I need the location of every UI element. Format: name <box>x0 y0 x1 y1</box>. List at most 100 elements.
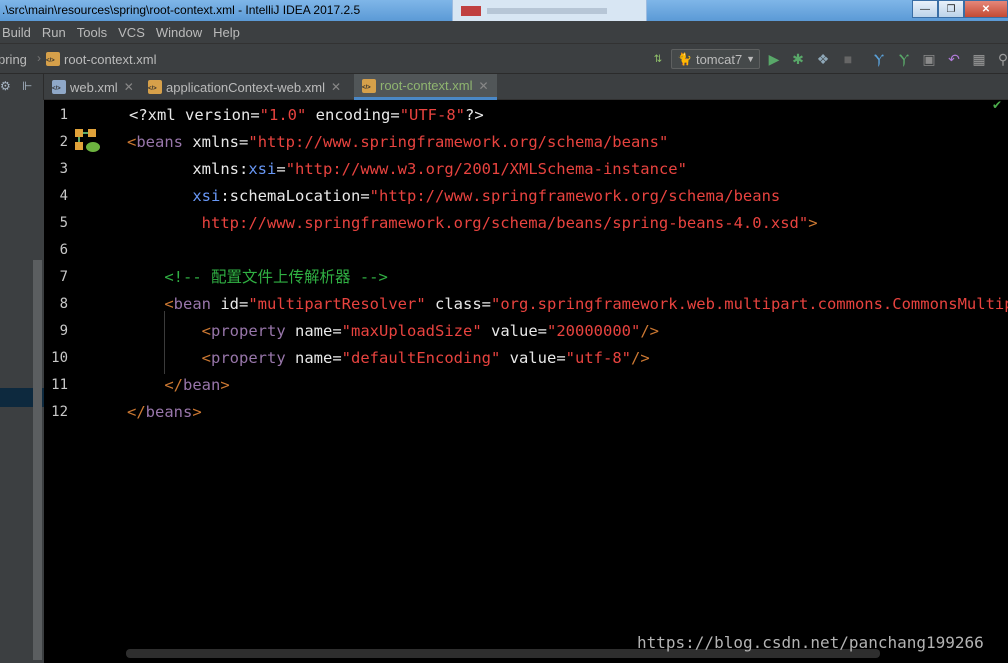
background-tab-favicon <box>461 6 481 16</box>
tag-name: beans <box>145 403 193 421</box>
code-line-8: <bean id="multipartResolver" class="org.… <box>127 291 1008 318</box>
tag-bracket: </ <box>127 403 146 421</box>
attr-value: "UTF-8" <box>399 106 466 124</box>
namespace-prefix: xsi <box>248 160 277 178</box>
tag-bracket: /> <box>640 322 659 340</box>
attr-value: "defaultEncoding" <box>341 349 501 367</box>
attr-value: "maxUploadSize" <box>341 322 482 340</box>
line-number: 9 <box>59 323 68 339</box>
inspection-ok-icon[interactable]: ✔ <box>992 98 1002 112</box>
code-line-2: <beans xmlns="http://www.springframework… <box>127 129 668 156</box>
minimize-button[interactable]: — <box>912 0 938 18</box>
menu-bar: Build Run Tools VCS Window Help <box>0 21 1008 44</box>
code-line-9: <property name="maxUploadSize" value="20… <box>127 318 659 345</box>
code-editor[interactable]: <?xml version="1.0" encoding="UTF-8"?> <… <box>109 100 1008 663</box>
code-line-3: xmlns:xsi="http://www.w3.org/2001/XMLSch… <box>127 156 687 183</box>
search-icon[interactable]: ⚲ <box>994 50 1008 68</box>
menu-vcs[interactable]: VCS <box>114 25 149 40</box>
run-icon[interactable]: ▶ <box>765 50 783 68</box>
menu-tools[interactable]: Tools <box>73 25 111 40</box>
build-project-icon[interactable]: ⇅ <box>649 50 667 68</box>
attr-value: "1.0" <box>259 106 307 124</box>
menu-build[interactable]: Build <box>0 25 35 40</box>
collapse-panel-icon[interactable]: ⊩ <box>22 79 32 93</box>
navigation-toolbar: pring › root-context.xml ⇅ 🐈 tomcat7 ▼ ▶… <box>0 44 1008 74</box>
vcs-update-icon[interactable]: Ⲩ <box>870 50 888 68</box>
close-tab-icon[interactable]: ✕ <box>331 80 341 94</box>
equals-sign: = <box>360 187 370 205</box>
chevron-down-icon: ▼ <box>746 54 755 64</box>
xml-file-icon <box>148 80 162 94</box>
line-number: 2 <box>59 134 68 150</box>
vcs-commit-icon[interactable]: Ⲩ <box>895 50 913 68</box>
attr-value: http://www.springframework.org/schema/be… <box>201 214 809 232</box>
gear-icon[interactable]: ⚙ <box>0 79 11 93</box>
run-configuration-select[interactable]: 🐈 tomcat7 ▼ <box>671 49 760 69</box>
maximize-button[interactable]: ❐ <box>938 0 964 18</box>
close-tab-icon[interactable]: ✕ <box>478 79 488 93</box>
tab-label: web.xml <box>70 79 118 95</box>
xml-file-icon <box>46 52 60 66</box>
tag-name: bean <box>173 295 211 313</box>
breadcrumb-project[interactable]: pring <box>0 52 27 67</box>
equals-sign: = <box>332 322 342 340</box>
tab-web-xml[interactable]: web.xml ✕ <box>44 74 140 100</box>
xml-decl-open: <? <box>129 106 148 124</box>
debug-icon[interactable]: ✱ <box>789 50 807 68</box>
line-number: 12 <box>51 404 68 420</box>
menu-run[interactable]: Run <box>38 25 70 40</box>
close-button[interactable]: ✕ <box>964 0 1008 18</box>
attr-value: "http://www.springframework.org/schema/b… <box>369 187 781 205</box>
line-number: 4 <box>59 188 68 204</box>
tag-name: bean <box>183 376 221 394</box>
equals-sign: = <box>276 160 286 178</box>
line-number: 11 <box>51 377 68 393</box>
equals-sign: = <box>537 322 547 340</box>
tag-bracket: < <box>201 322 211 340</box>
code-line-5: http://www.springframework.org/schema/be… <box>127 210 818 237</box>
attr-name: xmlns <box>192 160 239 178</box>
close-tab-icon[interactable]: ✕ <box>124 80 134 94</box>
tab-label: applicationContext-web.xml <box>166 79 325 95</box>
background-tab-title <box>487 8 607 14</box>
stop-icon[interactable]: ■ <box>839 50 857 68</box>
editor-tabs: web.xml ✕ applicationContext-web.xml ✕ r… <box>44 74 1008 100</box>
tag-bracket: > <box>192 403 202 421</box>
colon: : <box>239 160 249 178</box>
run-configuration-label: tomcat7 <box>695 51 743 67</box>
attr-value: "utf-8" <box>565 349 631 367</box>
tag-bracket: < <box>127 133 137 151</box>
coverage-icon[interactable]: ❖ <box>814 50 832 68</box>
breadcrumb-file-label: root-context.xml <box>64 52 157 67</box>
tag-bracket: > <box>808 214 818 232</box>
code-line-1: <?xml version="1.0" encoding="UTF-8"?> <box>129 102 484 129</box>
code-line-11: </bean> <box>127 372 229 399</box>
window-controls: — ❐ ✕ <box>912 0 1008 18</box>
vcs-history-icon[interactable]: ▣ <box>920 50 938 68</box>
xml-file-icon <box>362 78 376 93</box>
spring-bean-icon[interactable] <box>74 128 100 154</box>
tab-applicationcontext-web-xml[interactable]: applicationContext-web.xml ✕ <box>140 74 354 100</box>
project-panel-scrollbar[interactable] <box>33 260 42 660</box>
menu-window[interactable]: Window <box>152 25 206 40</box>
equals-sign: = <box>239 295 249 313</box>
revert-icon[interactable]: ↶ <box>945 50 963 68</box>
xml-decl-name: xml <box>147 106 176 124</box>
attr-name: name <box>285 349 333 367</box>
attr-name: :schemaLocation <box>220 187 361 205</box>
attr-value: "http://www.w3.org/2001/XMLSchema-instan… <box>285 160 687 178</box>
project-structure-icon[interactable]: ▦ <box>970 50 988 68</box>
menu-help[interactable]: Help <box>209 25 244 40</box>
tab-root-context-xml[interactable]: root-context.xml ✕ <box>354 74 497 100</box>
code-line-10: <property name="defaultEncoding" value="… <box>127 345 650 372</box>
breadcrumb-file[interactable]: root-context.xml <box>46 52 156 67</box>
line-number: 10 <box>51 350 68 366</box>
attr-name: value <box>481 322 538 340</box>
equals-sign: = <box>481 295 491 313</box>
editor-gutter: 1 2 3 4 5 6 7 8 9 10 11 12 <box>44 100 109 663</box>
